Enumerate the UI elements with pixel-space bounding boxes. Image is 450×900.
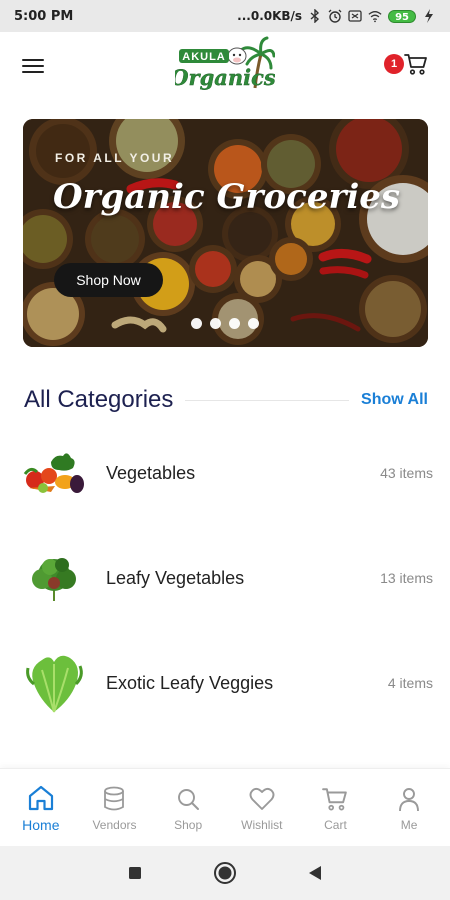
alarm-icon — [328, 9, 342, 23]
category-name: Exotic Leafy Veggies — [106, 672, 274, 693]
nav-vendors[interactable]: Vendors — [79, 784, 149, 832]
user-icon — [394, 784, 424, 814]
database-icon — [99, 784, 129, 814]
carousel-dot[interactable] — [229, 318, 240, 329]
nav-label: Cart — [324, 817, 347, 832]
app-header: AKULA Organics 1 — [0, 32, 450, 100]
section-title: All Categories — [24, 386, 174, 413]
header-cart-button[interactable]: 1 — [384, 51, 428, 81]
back-triangle-icon[interactable] — [302, 860, 328, 886]
category-count: 13 items — [380, 570, 433, 586]
banner-eyebrow: FOR ALL YOUR — [55, 151, 175, 165]
home-icon — [26, 783, 56, 813]
cart-icon — [404, 52, 428, 80]
carousel-dots — [191, 318, 259, 329]
svg-text:AKULA: AKULA — [182, 51, 226, 63]
sim-icon — [348, 9, 362, 23]
recents-square-icon[interactable] — [122, 860, 148, 886]
status-time: 5:00 PM — [14, 8, 74, 24]
category-row-leafy-vegetables[interactable]: Leafy Vegetables 13 items — [18, 533, 433, 623]
categories-header: All Categories Show All — [24, 383, 428, 417]
carousel-dot[interactable] — [210, 318, 221, 329]
vegetables-thumbnail — [18, 437, 90, 509]
category-name: Leafy Vegetables — [106, 567, 245, 588]
nav-label: Shop — [174, 817, 203, 832]
category-row-exotic-leafy-veggies[interactable]: Exotic Leafy Veggies 4 items — [18, 638, 433, 728]
section-divider — [185, 399, 350, 401]
nav-label: Vendors — [92, 817, 137, 832]
search-icon — [173, 784, 203, 814]
category-row-vegetables[interactable]: Vegetables 43 items — [18, 428, 433, 518]
status-bar: 5:00 PM ...0.0KB/s 95 — [0, 0, 450, 32]
app-screen: 5:00 PM ...0.0KB/s 95 AKULA Organics 1 F… — [0, 0, 450, 900]
home-circle-icon[interactable] — [212, 860, 238, 886]
shop-now-button[interactable]: Shop Now — [54, 263, 163, 297]
nav-label: Home — [22, 816, 60, 833]
banner-title: Organic Groceries — [53, 177, 401, 217]
category-count: 4 items — [387, 675, 433, 691]
wifi-icon — [368, 9, 382, 23]
nav-me[interactable]: Me — [374, 784, 444, 832]
menu-icon[interactable] — [22, 57, 44, 75]
status-icons: ...0.0KB/s 95 — [237, 9, 436, 23]
network-speed: ...0.0KB/s — [237, 9, 303, 23]
cart-count-badge: 1 — [384, 54, 404, 74]
nav-home[interactable]: Home — [6, 783, 76, 833]
nav-wishlist[interactable]: Wishlist — [227, 784, 297, 832]
show-all-link[interactable]: Show All — [361, 391, 428, 409]
bluetooth-icon — [308, 9, 322, 23]
carousel-dot[interactable] — [191, 318, 202, 329]
cart-icon — [320, 784, 350, 814]
svg-text:Organics: Organics — [175, 65, 275, 90]
system-navigation — [0, 846, 450, 900]
nav-cart[interactable]: Cart — [300, 784, 370, 832]
charging-icon — [422, 9, 436, 23]
bottom-navigation: Home Vendors Shop Wishlist Cart Me — [0, 768, 450, 846]
promo-banner[interactable]: FOR ALL YOUR Organic Groceries Shop Now — [23, 119, 428, 347]
nav-label: Me — [400, 817, 418, 832]
heart-icon — [247, 784, 277, 814]
brand-logo: AKULA Organics — [175, 36, 275, 90]
leafy-vegetables-thumbnail — [18, 542, 90, 614]
exotic-leafy-veggies-thumbnail — [18, 647, 90, 719]
carousel-dot[interactable] — [248, 318, 259, 329]
battery-icon: 95 — [388, 9, 416, 23]
category-count: 43 items — [380, 465, 433, 481]
nav-shop[interactable]: Shop — [153, 784, 223, 832]
category-name: Vegetables — [106, 462, 196, 483]
nav-label: Wishlist — [241, 817, 283, 832]
